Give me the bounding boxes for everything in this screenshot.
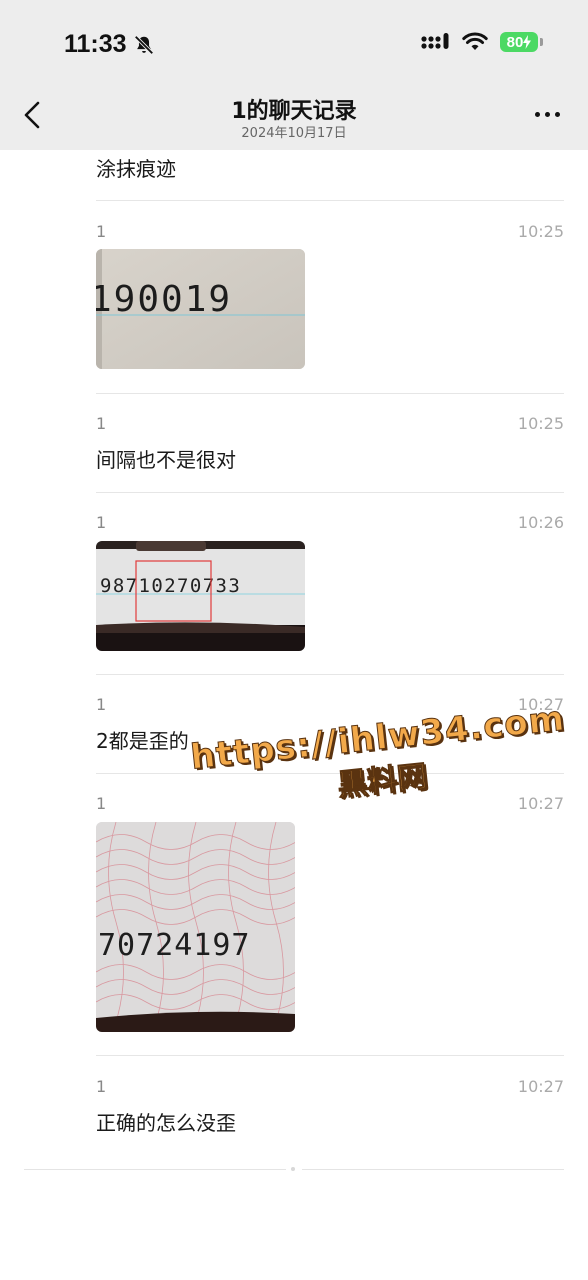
end-divider-right [302,1169,564,1170]
status-icons: 80 [420,32,543,52]
sender-name: 1 [96,222,107,241]
sender-name: 1 [96,414,107,433]
message-time: 10:27 [517,695,564,714]
list-item[interactable]: 1 10:27 2都是歪的 [96,695,564,773]
message-text: 涂抹痕迹 [96,157,176,181]
list-item[interactable]: 1 10:27 正确的怎么没歪 [96,1077,564,1157]
photo-thumbnail[interactable]: 70724197 [96,822,295,1032]
divider [96,773,564,774]
message-text: 正确的怎么没歪 [96,1111,236,1135]
sender-name: 1 [96,794,107,813]
more-options-icon[interactable] [535,112,560,117]
divider [96,200,564,201]
photo-digits-70724197: 70724197 [96,822,295,1032]
charging-bolt-icon [523,35,532,49]
list-item[interactable]: 1 10:27 70724197 [96,794,564,1054]
list-item[interactable]: 1 10:25 间隔也不是很对 [96,414,564,492]
photo-thumbnail[interactable]: 190019 [96,249,305,369]
divider [96,492,564,493]
sender-name: 1 [96,513,107,532]
divider [96,1055,564,1056]
end-divider-left [24,1169,286,1170]
sender-name: 1 [96,695,107,714]
page-title: 1的聊天记录 [231,99,357,124]
clock: 11:33 [64,30,127,58]
mute-bell-icon [134,34,154,55]
wifi-icon [462,32,488,50]
divider [96,393,564,394]
signal-icon [421,33,449,49]
page-subtitle: 2024年10月17日 [241,126,347,141]
message-text: 间隔也不是很对 [96,448,236,472]
message-time: 10:25 [517,222,564,241]
battery-level: 80 [506,33,524,51]
divider [96,674,564,675]
photo-thumbnail[interactable]: 98710270733 [96,541,305,651]
list-item[interactable]: 涂抹痕迹 [96,150,564,200]
end-dot [291,1167,295,1171]
message-time: 10:26 [517,513,564,532]
list-item[interactable]: 1 10:26 98710270733 [96,513,564,673]
message-time: 10:27 [517,1077,564,1096]
photo-digits-190019: 190019 [96,249,305,369]
photo-text: 70724197 [98,928,251,963]
sender-name: 1 [96,1077,107,1096]
photo-text: 190019 [96,279,232,320]
message-text: 2都是歪的 [96,729,189,753]
top-bar: 11:33 80 1的聊天记录 2024年10月17日 [0,0,588,150]
battery-indicator: 80 [500,32,543,52]
list-item[interactable]: 1 10:25 190019 [96,222,564,392]
photo-text: 98710270733 [100,575,241,597]
photo-digits-98710270733: 98710270733 [96,541,305,651]
status-time: 11:33 [64,30,155,59]
message-time: 10:25 [517,414,564,433]
message-time: 10:27 [517,794,564,813]
